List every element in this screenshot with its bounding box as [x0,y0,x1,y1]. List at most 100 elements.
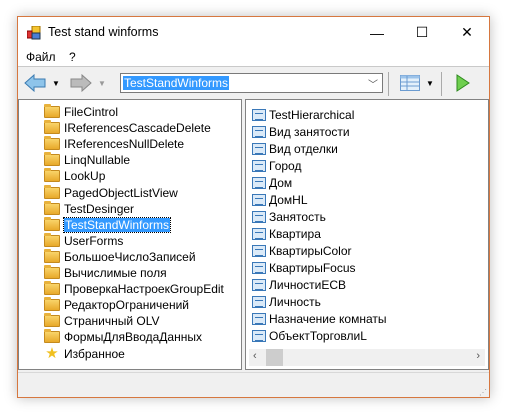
tree-item[interactable]: Вычислимые поля [44,265,167,281]
run-button[interactable] [456,73,470,93]
folder-icon [44,297,60,312]
tree-item-label: TestDesinger [64,201,135,216]
list-item[interactable]: TestHierarchical [252,106,354,123]
list-form-icon [252,329,266,342]
folder-icon [44,120,60,135]
list-item[interactable]: Вид занятости [252,123,350,140]
list-item[interactable]: ДомHL [252,191,308,208]
list-form-icon [252,142,266,155]
tree-item[interactable]: IReferencesCascadeDelete [44,120,211,136]
app-icon [27,26,41,40]
tree-item-label: TestStandWinforms [62,216,172,233]
list-form-icon [252,176,266,189]
address-value[interactable]: TestStandWinforms [123,76,230,90]
tree-item-label: ПроверкаНастроекGroupEdit [64,282,224,297]
list-item[interactable]: Квартира [252,225,321,242]
scroll-right-icon[interactable]: › [476,350,480,362]
list-item-label: КвартирыFocus [269,260,356,275]
forward-dropdown-icon[interactable]: ▼ [98,79,106,88]
folder-icon [44,329,60,344]
list-form-icon [252,193,266,206]
tree-item-label: FileCintrol [64,105,119,119]
back-arrow-icon [24,74,46,92]
list-item-label: ДомHL [269,192,308,207]
tree-item-label: Страничный OLV [64,314,160,329]
list-form-icon [252,125,266,138]
folder-icon [44,104,60,118]
tree-item[interactable]: ФормыДляВводаДанных [44,329,202,345]
tree-item-label: IReferencesNullDelete [64,137,185,152]
scroll-thumb[interactable] [266,349,283,366]
app-window: Test stand winforms — ☐ ✕ Файл ? ▼ ▼ Tes… [17,16,490,398]
list-item[interactable]: ОбъектТорговлиL [252,327,367,344]
separator [388,72,389,96]
tree-item[interactable]: РедакторОграничений [44,297,189,313]
list-form-icon [252,312,266,325]
tree-item[interactable]: TestStandWinforms [44,216,172,233]
horizontal-scrollbar[interactable]: ‹ › [249,349,485,366]
scroll-left-icon[interactable]: ‹ [253,350,257,362]
tree-item-label: Избранное [64,346,125,361]
close-button[interactable]: ✕ [444,17,490,48]
maximize-button[interactable]: ☐ [399,17,445,48]
tree-item[interactable]: Страничный OLV [44,313,160,329]
folder-tree[interactable]: FileCintrol IReferencesCascadeDelete IRefe… [18,99,242,370]
list-item-label: Вид отделки [269,141,338,156]
title-bar: Test stand winforms — ☐ ✕ [18,17,489,48]
separator [441,72,442,96]
forward-button[interactable]: ▼ [70,73,106,93]
minimize-button[interactable]: — [354,17,400,48]
menu-file[interactable]: Файл [26,50,56,64]
list-item-label: КвартирыColor [269,243,352,258]
folder-icon [44,200,60,215]
list-item[interactable]: Город [252,157,301,174]
list-item-label: Личность [269,294,321,309]
tree-item[interactable]: БольшоеЧислоЗаписей [44,248,196,265]
list-item[interactable]: КвартирыFocus [252,259,356,276]
tree-item[interactable]: IReferencesNullDelete [44,136,184,152]
item-list[interactable]: TestHierarchical Вид занятости Вид отделки… [245,99,489,370]
tree-item-label: IReferencesCascadeDelete [64,121,211,136]
tree-item[interactable]: TestDesinger [44,200,135,217]
list-item[interactable]: ЛичностиECB [252,276,346,293]
list-form-icon [252,244,266,257]
status-bar: ⋰ [18,372,489,398]
list-item[interactable]: Дом [252,174,292,191]
list-form-icon [252,108,266,121]
list-item[interactable]: Личность [252,293,321,310]
menu-bar: Файл ? [18,48,489,67]
tree-item[interactable]: FileCintrol [44,104,118,120]
tree-item[interactable]: ПроверкаНастроекGroupEdit [44,281,224,297]
folder-icon [44,313,60,328]
view-button[interactable]: ▼ [400,73,434,93]
view-dropdown-icon[interactable]: ▼ [426,79,434,88]
folder-icon [44,265,60,279]
back-dropdown-icon[interactable]: ▼ [52,79,60,88]
back-button[interactable]: ▼ [24,73,60,93]
tree-item-label: РедакторОграничений [64,298,190,313]
folder-icon [44,152,60,167]
list-form-icon [252,278,266,291]
list-item[interactable]: Назначение комнаты [252,310,386,327]
tree-item[interactable]: UserForms [44,232,124,249]
tree-item[interactable]: LinqNullable [44,152,130,168]
list-item[interactable]: Вид отделки [252,140,338,157]
resize-grip-icon[interactable]: ⋰ [479,388,487,397]
list-form-icon [252,295,266,308]
tree-item-label: UserForms [64,233,124,248]
list-item-label: Город [269,158,302,173]
list-item[interactable]: Занятость [252,208,326,225]
tree-item[interactable]: LookUp [44,168,105,184]
list-item-label: ОбъектТорговлиL [269,328,367,343]
list-item-label: Квартира [269,226,321,241]
tree-item[interactable]: ★ Избранное [44,346,125,362]
toolbar: ▼ ▼ TestStandWinforms ﹀ ▼ [18,68,489,98]
chevron-down-icon[interactable]: ﹀ [368,76,378,91]
address-combobox[interactable]: TestStandWinforms ﹀ [120,73,383,93]
tree-item[interactable]: PagedObjectListView [44,184,178,201]
list-item-label: ЛичностиECB [269,277,347,292]
forward-arrow-icon [70,74,92,92]
list-item[interactable]: КвартирыColor [252,242,352,259]
menu-help[interactable]: ? [69,50,76,64]
list-form-icon [252,159,266,172]
